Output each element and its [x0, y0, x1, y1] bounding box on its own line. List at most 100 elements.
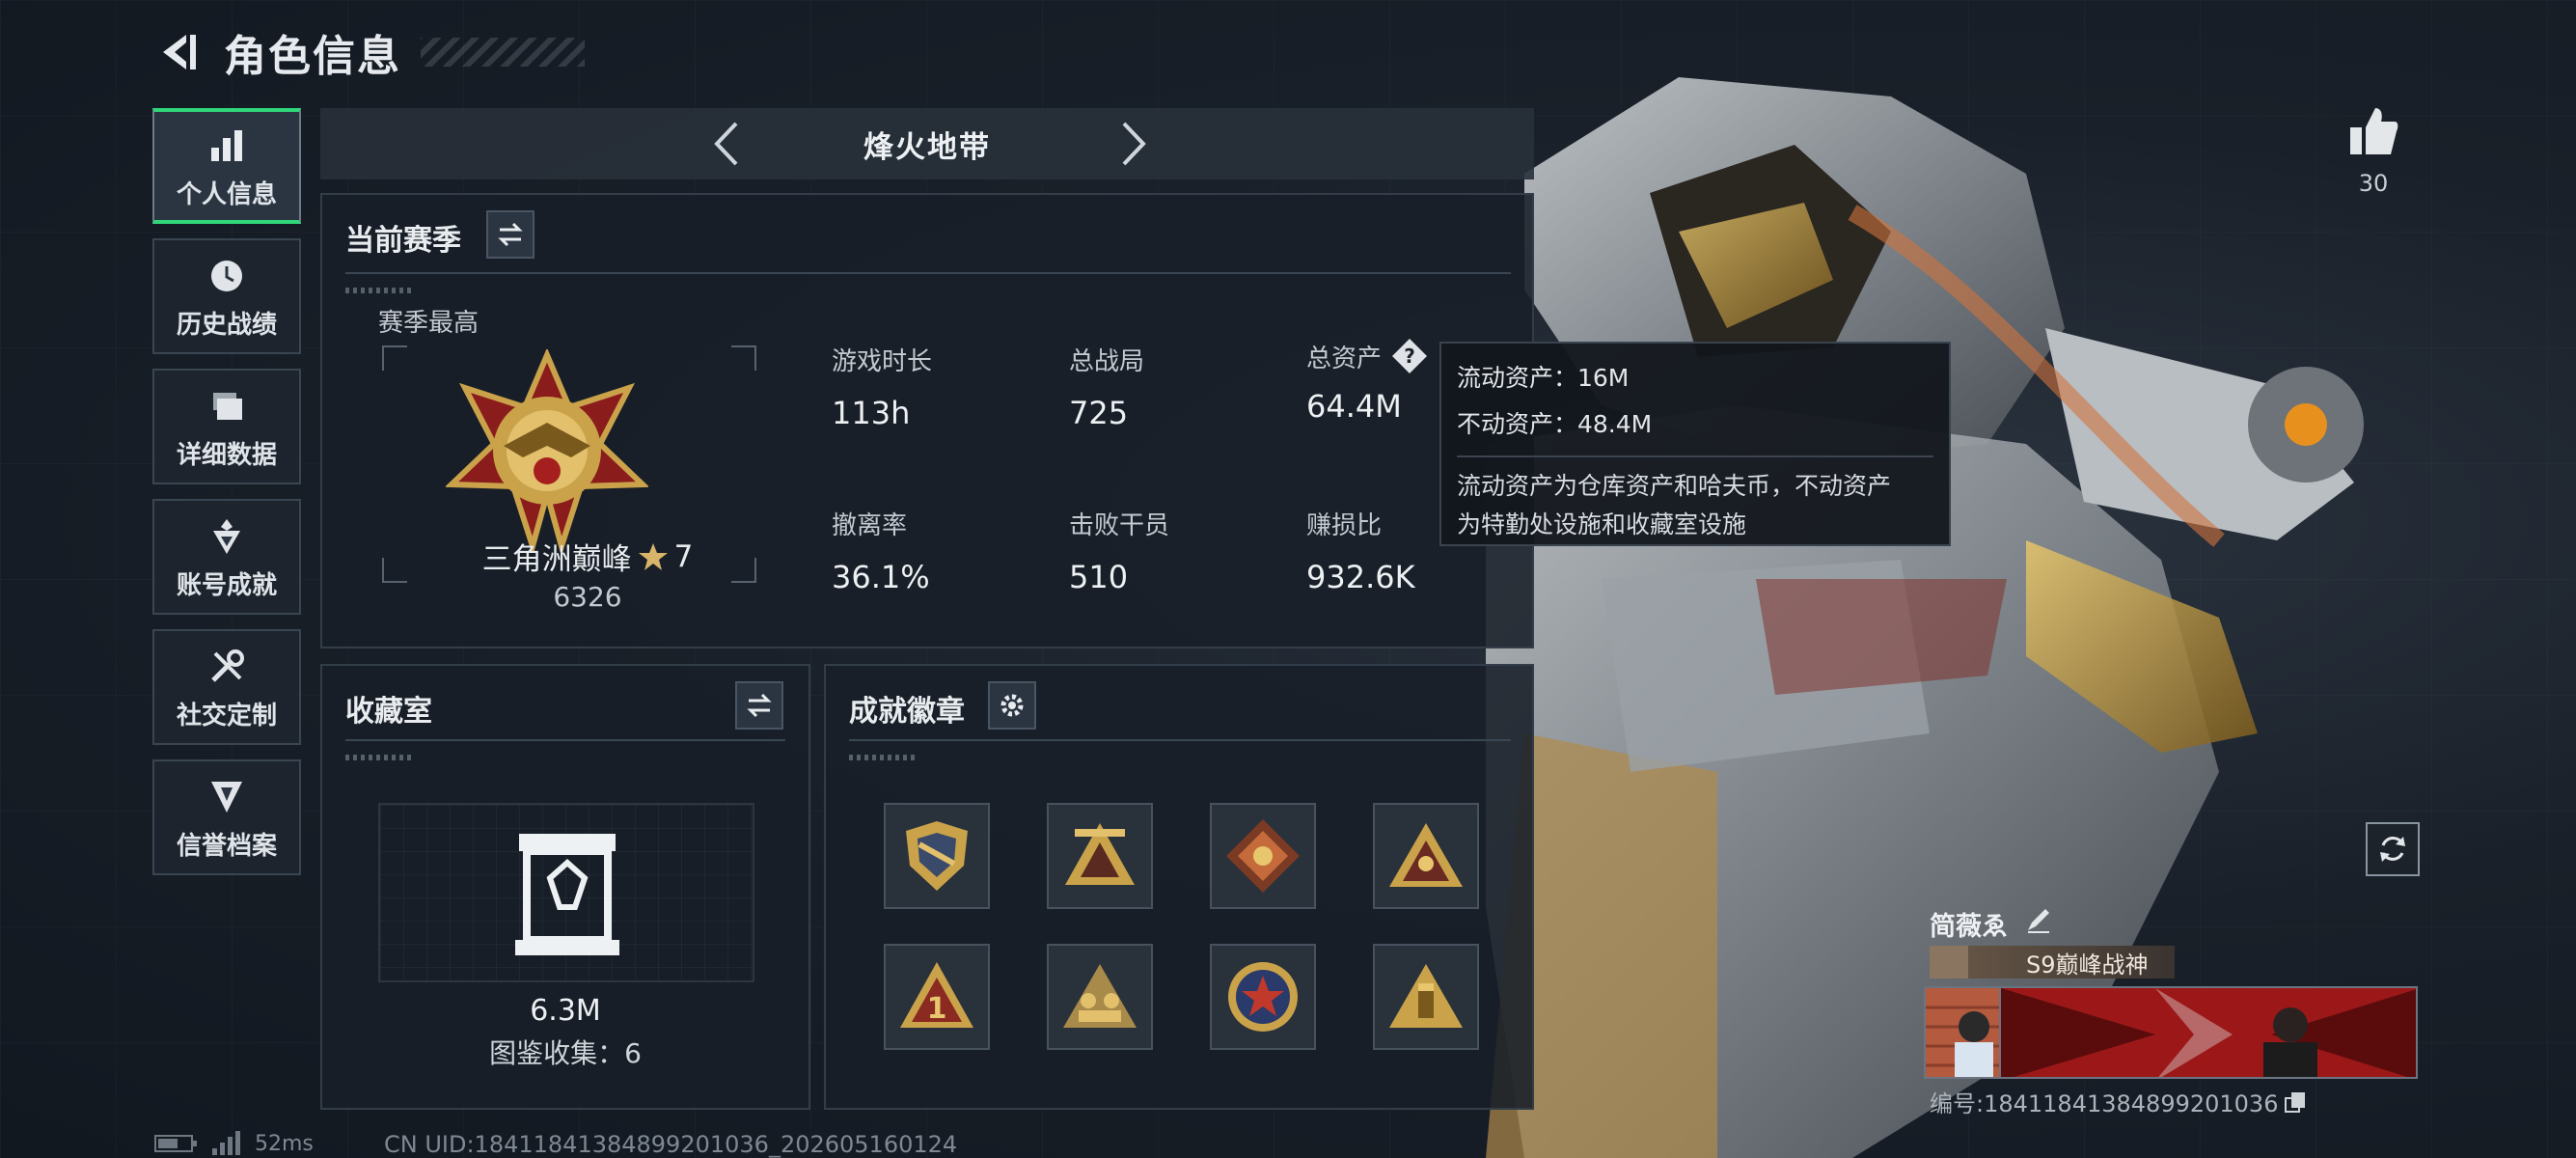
sidebar-item-label: 详细数据: [176, 440, 277, 470]
badges-title: 成就徽章: [849, 695, 965, 729]
sidebar-item-social[interactable]: 社交定制: [152, 629, 301, 745]
mode-switcher: 烽火地带: [320, 108, 1534, 179]
tooltip-description-line: 流动资产为仓库资产和哈夫币，不动资产: [1457, 472, 1892, 500]
season-best-label: 赛季最高: [378, 309, 480, 338]
uid-text: CN UID:18411841384899201036_202605160124: [384, 1131, 958, 1158]
achievement-icon: [204, 513, 250, 560]
swap-icon: [498, 222, 523, 247]
title-badge-icon: [1930, 946, 1968, 979]
badge-slot[interactable]: [1210, 944, 1316, 1050]
rank-score: 6326: [553, 581, 622, 613]
tooltip-fixed-assets: 不动资产：48.4M: [1457, 410, 1653, 438]
collection-value: 6.3M: [530, 994, 601, 1028]
divider: [849, 739, 1511, 741]
badge-slot[interactable]: 1: [884, 944, 990, 1050]
edit-icon[interactable]: [2024, 905, 2053, 934]
stat-profit-ratio: 赚损比 932.6K: [1306, 506, 1415, 595]
sidebar-item-label: 社交定制: [176, 701, 277, 731]
like-button[interactable]: [2346, 104, 2400, 158]
badge-slot[interactable]: [884, 803, 990, 909]
stat-label: 赚损比: [1306, 511, 1383, 540]
stat-operators-defeated: 击败干员 510: [1069, 506, 1169, 595]
stat-value: 64.4M: [1306, 388, 1402, 425]
sidebar-item-achievements[interactable]: 账号成就: [152, 499, 301, 615]
vault-icon: [515, 828, 619, 959]
svg-text:1: 1: [927, 992, 947, 1026]
shield-badge-icon: [906, 821, 968, 891]
triangle-squad-badge-icon: [1389, 823, 1463, 887]
divider-dots: [345, 755, 413, 760]
badge-slot[interactable]: [1047, 944, 1153, 1050]
stat-label: 总战局: [1069, 347, 1145, 376]
collection-panel[interactable]: 收藏室 6.3M 图鉴收集：6: [320, 664, 810, 1110]
team-badge-icon: [1063, 964, 1137, 1028]
tooltip-description-line: 为特勤处设施和收藏室设施: [1457, 510, 1747, 538]
tooltip-divider: [1457, 455, 1933, 457]
back-arrow-icon: [163, 35, 196, 69]
profile-banner[interactable]: [1999, 986, 2418, 1079]
collection-title: 收藏室: [345, 695, 432, 729]
season-panel: 当前赛季 赛季最高 三角洲巅峰 7 6326 游戏时长 113h 总战局 725…: [320, 193, 1534, 648]
sidebar-item-credit[interactable]: 信誉档案: [152, 759, 301, 875]
sidebar-item-label: 账号成就: [176, 570, 277, 600]
copy-icon[interactable]: [2284, 1090, 2307, 1114]
player-id: 编号:18411841384899201036: [1930, 1090, 2279, 1117]
sidebar-item-label: 历史战绩: [176, 310, 277, 340]
sidebar: 个人信息 历史战绩 详细数据 账号成就 社交定制 信誉档案: [152, 108, 301, 890]
player-title-badge[interactable]: S9巅峰战神: [1930, 946, 2175, 979]
battery-icon: [154, 1135, 197, 1152]
thumbs-up-icon: [2350, 108, 2398, 154]
page-title: 角色信息: [224, 32, 401, 81]
sidebar-item-label: 信誉档案: [176, 831, 277, 861]
star-medal-badge-icon: [1228, 962, 1298, 1032]
assets-tooltip: 流动资产：16M 不动资产：48.4M 流动资产为仓库资产和哈夫币，不动资产 为…: [1439, 342, 1951, 546]
collection-switch-button[interactable]: [735, 681, 783, 730]
tools-icon: [204, 644, 250, 690]
badge-slot[interactable]: [1373, 944, 1479, 1050]
sidebar-item-label: 个人信息: [176, 179, 277, 209]
rotate-model-button[interactable]: [2366, 822, 2420, 876]
player-name: 简薇ゑ: [1930, 912, 2008, 942]
chevron-left-icon: [714, 122, 738, 166]
stat-value: 932.6K: [1306, 559, 1415, 595]
badge-slot[interactable]: [1047, 803, 1153, 909]
player-title-text: S9巅峰战神: [2026, 951, 2149, 979]
header: 角色信息: [154, 21, 585, 83]
gear-icon: [1000, 694, 1024, 717]
rank-one-badge-icon: 1: [900, 962, 973, 1028]
refresh-icon: [2380, 837, 2405, 862]
folder-icon: [204, 383, 250, 429]
badges-settings-button[interactable]: [988, 681, 1036, 730]
ammo-badge-icon: [1389, 964, 1463, 1028]
sidebar-item-detailed-data[interactable]: 详细数据: [152, 369, 301, 484]
credit-icon: [204, 774, 250, 820]
season-switch-button[interactable]: [486, 210, 534, 259]
stat-label: 撤离率: [832, 511, 908, 540]
divider: [345, 272, 1511, 274]
season-title: 当前赛季: [345, 224, 461, 258]
rank-star-count: 7: [673, 538, 694, 574]
badge-slot[interactable]: [1210, 803, 1316, 909]
help-icon[interactable]: ?: [1391, 338, 1428, 374]
signal-icon: [212, 1131, 240, 1155]
badge-slot[interactable]: [1373, 803, 1479, 909]
stat-label: 游戏时长: [832, 347, 933, 376]
pyramid-badge-icon: [1065, 823, 1135, 885]
rank-name-row: 三角洲巅峰 7: [457, 535, 718, 578]
mode-prev-button[interactable]: [702, 120, 751, 168]
clock-icon: [204, 253, 250, 299]
divider: [345, 739, 785, 741]
sidebar-item-personal-info[interactable]: 个人信息: [152, 108, 301, 224]
mode-title: 烽火地带: [863, 129, 991, 165]
back-button[interactable]: [154, 28, 203, 76]
stat-value: 36.1%: [832, 559, 930, 595]
stat-value: 510: [1069, 559, 1129, 595]
sidebar-item-history[interactable]: 历史战绩: [152, 238, 301, 354]
dragon-badge-icon: [1226, 819, 1300, 893]
mode-next-button[interactable]: [1110, 120, 1158, 168]
divider-dots: [849, 755, 917, 760]
svg-text:?: ?: [1404, 345, 1415, 368]
chevron-right-icon: [1122, 122, 1146, 166]
tooltip-liquid-assets: 流动资产：16M: [1457, 364, 1630, 392]
stat-label: 击败干员: [1069, 511, 1170, 540]
